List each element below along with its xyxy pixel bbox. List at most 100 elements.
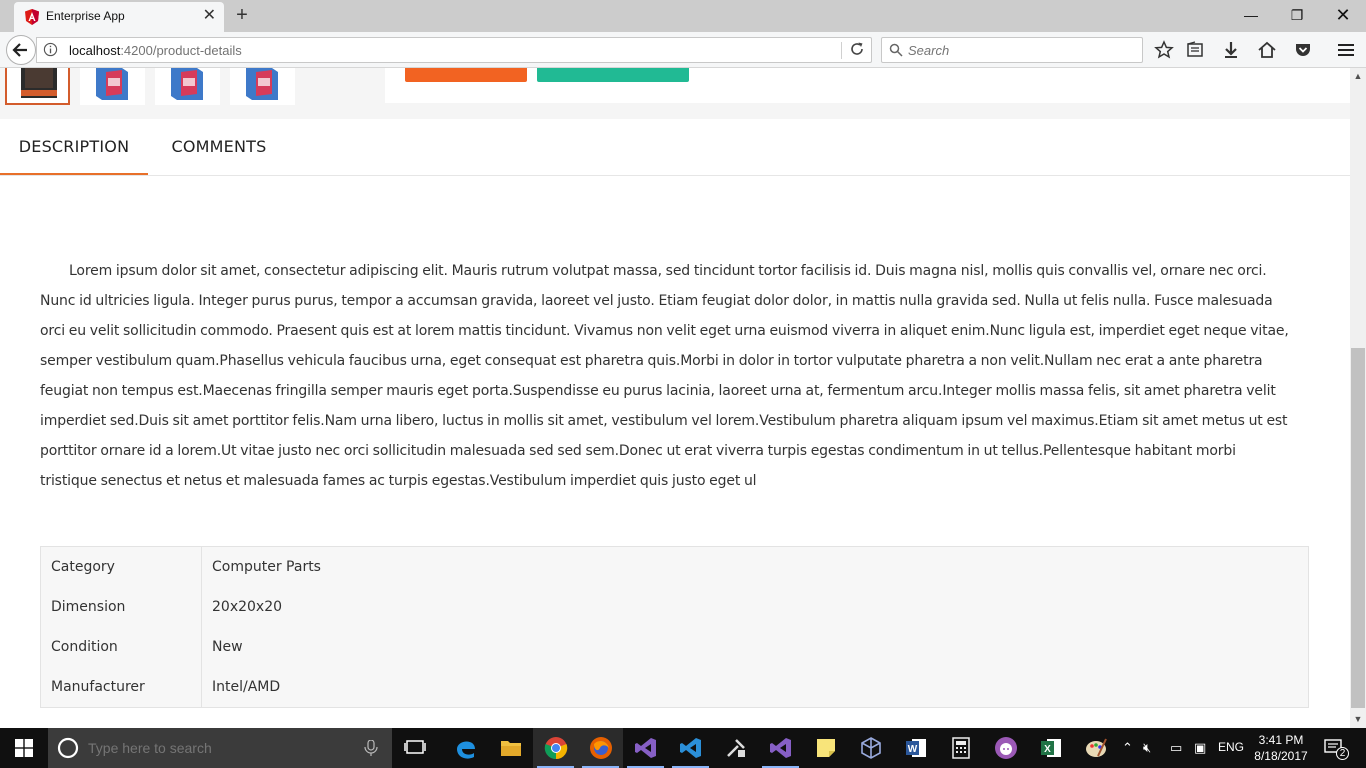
svg-text:X: X	[1044, 744, 1051, 755]
calculator-icon	[952, 737, 970, 759]
show-hidden-icons-icon[interactable]: ⌃	[1122, 740, 1133, 756]
info-icon[interactable]	[43, 42, 58, 57]
taskbar-app-word[interactable]: W	[893, 728, 938, 768]
volume-muted-icon[interactable]: 🔇︎	[1143, 740, 1151, 756]
edge-icon	[457, 741, 475, 759]
taskbar-app-excel[interactable]: X	[1028, 728, 1073, 768]
menu-icon[interactable]	[1336, 40, 1356, 60]
product-thumbnail[interactable]	[80, 68, 145, 105]
back-button[interactable]	[6, 35, 36, 65]
chrome-icon	[544, 737, 568, 760]
product-thumbnail[interactable]	[155, 68, 220, 105]
product-tabs: DESCRIPTION COMMENTS	[0, 119, 1350, 176]
back-arrow-icon	[12, 43, 27, 57]
pocket-icon[interactable]	[1293, 40, 1313, 60]
minimize-icon[interactable]: —	[1228, 0, 1274, 30]
taskbar-app-vscode[interactable]	[668, 728, 713, 768]
scroll-up-icon[interactable]: ▲	[1350, 68, 1366, 85]
spec-key: Manufacturer	[40, 667, 202, 708]
vscode-icon	[680, 738, 701, 758]
spec-value: New	[212, 639, 243, 656]
url-host: localhost	[69, 43, 121, 58]
sticky-notes-icon	[817, 739, 835, 757]
start-button[interactable]	[0, 728, 48, 768]
search-bar[interactable]	[881, 37, 1143, 63]
primary-action-button[interactable]	[405, 68, 527, 82]
url-divider	[841, 42, 842, 59]
paint-palette-icon	[1086, 738, 1107, 757]
url-bar[interactable]: localhost:4200/product-details	[36, 37, 872, 63]
browser-tab[interactable]: Enterprise App ✕	[14, 2, 224, 32]
taskbar-app-edge[interactable]	[443, 728, 488, 768]
tab-comments[interactable]: COMMENTS	[148, 119, 290, 175]
secondary-action-button[interactable]	[537, 68, 689, 82]
task-view-button[interactable]	[393, 728, 438, 768]
browser-tab-title: Enterprise App	[46, 9, 125, 23]
close-window-icon[interactable]: ✕	[1320, 0, 1366, 30]
spec-key: Dimension	[40, 586, 202, 627]
tab-description[interactable]: DESCRIPTION	[0, 119, 148, 175]
network-icon[interactable]: ▣	[1194, 740, 1206, 756]
taskbar-app-sticky-notes[interactable]	[803, 728, 848, 768]
taskbar-app-visual-studio-2[interactable]	[758, 728, 803, 768]
url-text: localhost:4200/product-details	[69, 43, 242, 58]
clock-time: 3:41 PM	[1258, 733, 1304, 747]
taskbar-app-tools[interactable]	[713, 728, 758, 768]
table-row: Dimension 20x20x20	[40, 586, 1309, 627]
product-thumbnail[interactable]	[230, 68, 295, 105]
bookmark-star-icon[interactable]	[1154, 40, 1174, 60]
taskbar-app-virtualbox[interactable]	[848, 728, 893, 768]
angular-icon	[25, 9, 39, 25]
intel-box-image	[96, 68, 128, 100]
folder-icon	[501, 741, 521, 756]
action-center-button[interactable]: 2	[1324, 738, 1349, 760]
table-row: Manufacturer Intel/AMD	[40, 667, 1309, 708]
new-tab-icon[interactable]: +	[232, 4, 252, 26]
language-indicator[interactable]: ENG	[1218, 740, 1244, 754]
taskbar-search-box[interactable]	[48, 728, 392, 768]
notification-count-badge: 2	[1336, 747, 1349, 760]
spec-value: 20x20x20	[212, 598, 283, 615]
browser-tab-strip: Enterprise App ✕ + — ❐ ✕	[0, 0, 1366, 32]
url-path: :4200/product-details	[120, 43, 242, 58]
taskbar-app-github[interactable]	[983, 728, 1028, 768]
intel-box-image	[171, 68, 203, 100]
word-icon: W	[906, 739, 926, 757]
visual-studio-icon	[635, 738, 656, 758]
table-row: Condition New	[40, 627, 1309, 668]
firefox-icon	[590, 737, 612, 759]
product-description: Lorem ipsum dolor sit amet, consectetur …	[40, 263, 1289, 489]
microphone-icon[interactable]	[364, 740, 378, 756]
intel-box-image	[246, 68, 278, 100]
ryzen-box-image	[21, 68, 57, 98]
system-clock[interactable]: 3:41 PM 8/18/2017	[1250, 732, 1312, 764]
reader-list-icon[interactable]	[1185, 40, 1205, 60]
excel-icon: X	[1041, 739, 1061, 757]
taskbar-app-paint[interactable]	[1073, 728, 1118, 768]
taskbar-app-explorer[interactable]	[488, 728, 533, 768]
reload-icon[interactable]	[849, 41, 865, 57]
product-specs-table: Category Computer Parts Dimension 20x20x…	[40, 546, 1309, 708]
scroll-down-icon[interactable]: ▼	[1350, 711, 1366, 728]
taskbar-app-chrome[interactable]	[533, 728, 578, 768]
search-icon	[889, 43, 903, 57]
page-scrollbar[interactable]: ▲ ▼	[1350, 68, 1366, 728]
close-tab-icon[interactable]: ✕	[203, 6, 216, 26]
taskbar-app-firefox[interactable]	[578, 728, 623, 768]
search-input[interactable]	[908, 42, 1128, 59]
product-thumbnail[interactable]	[5, 68, 70, 105]
home-icon[interactable]	[1257, 40, 1277, 60]
tools-icon	[727, 739, 745, 757]
spec-key: Condition	[40, 627, 202, 668]
taskbar-app-visual-studio[interactable]	[623, 728, 668, 768]
taskbar-search-input[interactable]	[88, 738, 338, 758]
spec-key: Category	[40, 546, 202, 587]
battery-icon[interactable]: ▭	[1170, 740, 1182, 756]
clock-date: 8/18/2017	[1254, 749, 1308, 763]
restore-icon[interactable]: ❐	[1274, 0, 1320, 30]
scrollbar-thumb[interactable]	[1351, 348, 1365, 708]
taskbar-app-calculator[interactable]	[938, 728, 983, 768]
github-desktop-icon	[995, 737, 1017, 759]
download-icon[interactable]	[1221, 40, 1241, 60]
spec-value: Computer Parts	[212, 558, 321, 575]
